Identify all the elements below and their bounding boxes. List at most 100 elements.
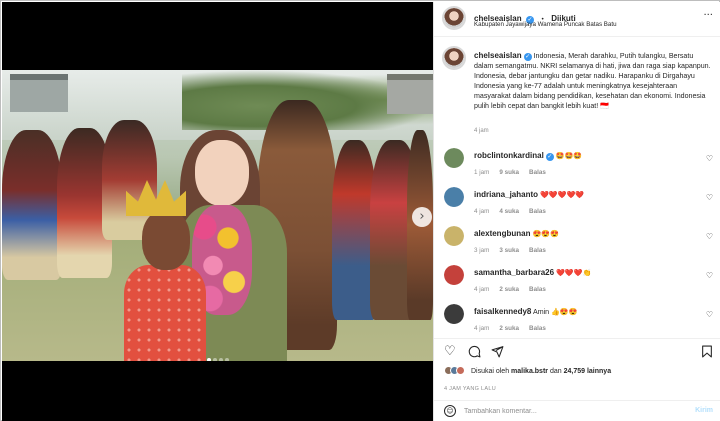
commenter-username[interactable]: indriana_jahanto	[474, 190, 538, 199]
photo-house-left	[10, 74, 68, 112]
commenter-avatar[interactable]	[444, 187, 464, 207]
reply-button[interactable]: Balas	[529, 208, 546, 215]
carousel-dot	[224, 358, 229, 361]
photo-person	[2, 130, 62, 280]
send-icon[interactable]	[491, 345, 504, 361]
post-header: chelseaislan ✓ • Diikuti Kabupaten Jayaw…	[434, 2, 720, 37]
commenter-avatar-image	[444, 187, 464, 207]
caption-timestamp[interactable]: 4 jam	[474, 128, 489, 134]
commenter-username[interactable]: samantha_barbara26	[474, 268, 554, 277]
comment-like-heart-icon[interactable]: ♡	[706, 193, 713, 202]
emoji-icon[interactable]: ☺	[444, 405, 456, 417]
comment-likes[interactable]: 2 suka	[499, 286, 519, 293]
post-photo[interactable]: ›	[2, 70, 433, 361]
comment-likes[interactable]: 4 suka	[499, 208, 519, 215]
reply-button[interactable]: Balas	[529, 247, 546, 254]
likes-prefix: Disukai oleh	[470, 368, 510, 375]
comment-item: faisalkennedy8 Amin 👍😍😍 4 jam 2 suka Balas ♡	[434, 304, 720, 338]
comment-body: alextengbunan 😍😍😍	[474, 229, 559, 238]
comment-like-heart-icon[interactable]: ♡	[706, 154, 713, 163]
more-horizontal-icon[interactable]: ···	[703, 10, 713, 21]
liker-avatar	[456, 366, 465, 375]
comment-text: ❤️❤️❤️❤️❤️	[540, 191, 585, 199]
photo-boy-shirt	[124, 265, 206, 361]
add-comment-bar: ☺ Kirim	[434, 400, 720, 421]
post-window: › chelseaislan ✓ • Diikuti Kabupaten Jay…	[0, 0, 720, 421]
carousel-next-icon[interactable]: ›	[412, 207, 432, 227]
photo-house-right	[387, 74, 433, 114]
caption-text-block: chelseaislan ✓ Indonesia, Merah darahku,…	[474, 51, 714, 111]
caption-avatar[interactable]	[442, 46, 466, 70]
caption-username[interactable]: chelseaislan	[474, 51, 522, 60]
comment-time[interactable]: 1 jam	[474, 169, 489, 176]
comment-text: ❤️❤️❤️👏	[556, 269, 592, 277]
comment-like-heart-icon[interactable]: ♡	[706, 232, 713, 241]
comment-meta: 4 jam 2 suka Balas	[474, 286, 556, 293]
commenter-avatar-image	[444, 265, 464, 285]
comment-meta: 4 jam 4 suka Balas	[474, 208, 556, 215]
commenter-username[interactable]: robclintonkardinal	[474, 151, 544, 160]
carousel-dot	[206, 358, 211, 361]
comment-time[interactable]: 4 jam	[474, 325, 489, 332]
post-side-panel: chelseaislan ✓ • Diikuti Kabupaten Jayaw…	[433, 2, 720, 421]
author-avatar[interactable]	[442, 6, 466, 30]
comment-item: samantha_barbara26 ❤️❤️❤️👏 4 jam 2 suka Bal…	[434, 265, 720, 299]
comment-icon[interactable]	[468, 345, 481, 361]
comment-meta: 4 jam 2 suka Balas	[474, 325, 556, 332]
comment-time[interactable]: 3 jam	[474, 247, 489, 254]
commenter-username[interactable]: faisalkennedy8	[474, 307, 531, 316]
comment-likes[interactable]: 2 suka	[499, 325, 519, 332]
comment-body: faisalkennedy8 Amin 👍😍😍	[474, 307, 578, 316]
comment-item: indriana_jahanto ❤️❤️❤️❤️❤️ 4 jam 4 suka Ba…	[434, 187, 720, 221]
comment-body: robclintonkardinal ✓ 🤩🤩🤩	[474, 151, 582, 161]
reply-button[interactable]: Balas	[529, 169, 546, 176]
commenter-username[interactable]: alextengbunan	[474, 229, 530, 238]
carousel-dot	[212, 358, 217, 361]
comment-text: 😍😍😍	[532, 230, 559, 238]
reply-button[interactable]: Balas	[529, 286, 546, 293]
post-location[interactable]: Kabupaten Jayawijaya Wamena Puncak Batas…	[474, 21, 617, 28]
post-comment-button[interactable]: Kirim	[695, 407, 713, 414]
commenter-avatar[interactable]	[444, 148, 464, 168]
comment-time[interactable]: 4 jam	[474, 208, 489, 215]
caption-avatar-image	[444, 48, 464, 68]
comment-meta: 1 jam 9 suka Balas	[474, 169, 556, 176]
bookmark-icon[interactable]	[701, 345, 713, 361]
photo-woman-face	[195, 140, 249, 206]
post-media-area: ›	[2, 2, 433, 421]
commenter-avatar-image	[444, 304, 464, 324]
carousel-indicator	[2, 349, 433, 361]
likes-user-link[interactable]: malika.bstr	[511, 368, 548, 375]
comment-text: 🤩🤩🤩	[555, 152, 583, 160]
verified-badge-icon: ✓	[523, 53, 532, 61]
comment-body: samantha_barbara26 ❤️❤️❤️👏	[474, 268, 591, 277]
carousel-dot	[218, 358, 223, 361]
author-avatar-image	[444, 8, 464, 28]
commenter-avatar[interactable]	[444, 265, 464, 285]
comment-likes[interactable]: 3 suka	[499, 247, 519, 254]
comment-likes[interactable]: 9 suka	[499, 169, 519, 176]
reply-button[interactable]: Balas	[529, 325, 546, 332]
comment-body: indriana_jahanto ❤️❤️❤️❤️❤️	[474, 190, 584, 199]
post-timestamp[interactable]: 4 JAM YANG LALU	[444, 386, 496, 392]
commenter-avatar-image	[444, 226, 464, 246]
likes-summary: Disukai oleh malika.bstr dan 24,759 lain…	[444, 366, 611, 375]
comment-like-heart-icon[interactable]: ♡	[706, 271, 713, 280]
action-bar: ♡	[434, 338, 720, 364]
comment-item: alextengbunan 😍😍😍 3 jam 3 suka Balas ♡	[434, 226, 720, 260]
photo-boy-face	[142, 210, 190, 270]
commenter-avatar[interactable]	[444, 226, 464, 246]
likes-connector: dan	[549, 368, 562, 375]
heart-icon[interactable]: ♡	[444, 345, 456, 358]
comment-meta: 3 jam 3 suka Balas	[474, 247, 556, 254]
comment-item: robclintonkardinal ✓ 🤩🤩🤩 1 jam 9 suka Balas…	[434, 148, 720, 182]
comment-like-heart-icon[interactable]: ♡	[706, 310, 713, 319]
commenter-avatar[interactable]	[444, 304, 464, 324]
commenter-avatar-image	[444, 148, 464, 168]
likes-count-link[interactable]: 24,759 lainnya	[564, 368, 611, 375]
caption-body: Indonesia, Merah darahku, Putih tulangku…	[474, 52, 711, 110]
comment-text: Amin 👍😍😍	[532, 308, 578, 316]
verified-badge-icon: ✓	[545, 153, 554, 161]
comment-time[interactable]: 4 jam	[474, 286, 489, 293]
comment-input[interactable]	[464, 405, 679, 418]
